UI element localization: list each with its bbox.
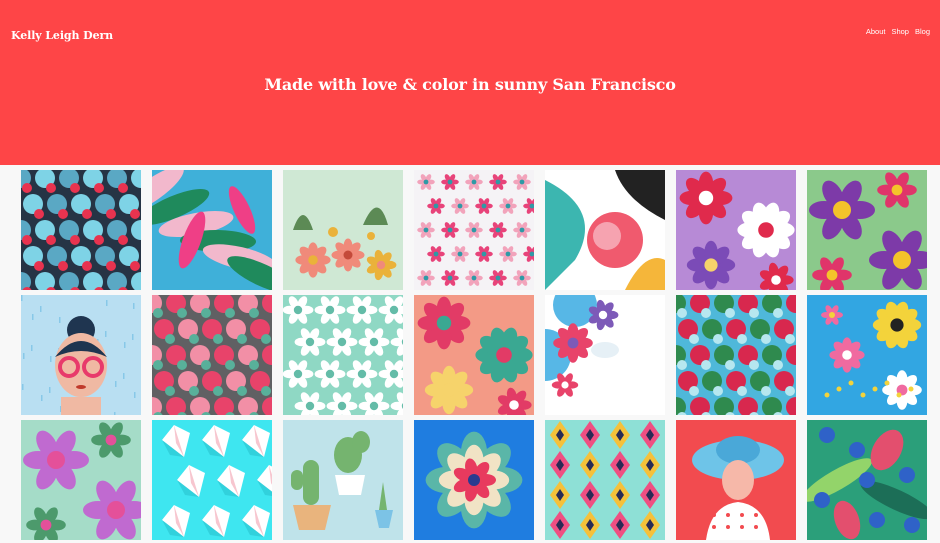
girl-with-glasses-illustration-image — [21, 295, 141, 415]
pattern-gallery — [21, 170, 927, 540]
gallery-tile-pink-lily-mint-pattern[interactable] — [21, 420, 141, 540]
gallery-tile-grey-rose-pattern[interactable] — [152, 295, 272, 415]
gallery-tile-white-lily-mint-pattern[interactable] — [283, 295, 403, 415]
gallery-tile-abstract-bloom-pattern[interactable] — [545, 170, 665, 290]
nav-shop-link[interactable]: Shop — [891, 27, 909, 36]
pink-lily-mint-pattern-image — [21, 420, 141, 540]
nav-blog-link[interactable]: Blog — [915, 27, 930, 36]
gallery-tile-ditsy-rose-pattern[interactable] — [414, 170, 534, 290]
blue-corner-bouquet-image — [545, 295, 665, 415]
turquoise-rose-pattern-image — [676, 295, 796, 415]
succulent-illustration-image — [414, 420, 534, 540]
blueberry-leaf-pattern-image — [807, 420, 927, 540]
gallery-tile-blue-corner-bouquet[interactable] — [545, 295, 665, 415]
site-header: Kelly Leigh Dern About Shop Blog Made wi… — [0, 0, 940, 165]
main-nav: About Shop Blog — [866, 27, 930, 36]
ditsy-rose-pattern-image — [414, 170, 534, 290]
crystal-gem-pattern-image — [152, 420, 272, 540]
geometric-diamond-pattern-image — [545, 420, 665, 540]
gallery-tile-purple-lily-pattern[interactable] — [807, 170, 927, 290]
grey-rose-pattern-image — [152, 295, 272, 415]
cactus-pots-illustration-image — [283, 420, 403, 540]
gallery-tile-turquoise-rose-pattern[interactable] — [676, 295, 796, 415]
gallery-tile-succulent-illustration[interactable] — [414, 420, 534, 540]
red-purple-flower-pattern-image — [676, 170, 796, 290]
gallery-tile-crystal-gem-pattern[interactable] — [152, 420, 272, 540]
site-logo-link[interactable]: Kelly Leigh Dern — [11, 29, 113, 42]
gallery-tile-tropical-leaves-pattern[interactable] — [152, 170, 272, 290]
woman-in-hat-illustration-image — [676, 420, 796, 540]
gallery-tile-red-purple-flower-pattern[interactable] — [676, 170, 796, 290]
white-lily-mint-pattern-image — [283, 295, 403, 415]
gallery-tile-girl-with-glasses-illustration[interactable] — [21, 295, 141, 415]
site-tagline: Made with love & color in sunny San Fran… — [264, 75, 676, 94]
coral-floral-pattern-image — [414, 295, 534, 415]
gallery-tile-cactus-pots-illustration[interactable] — [283, 420, 403, 540]
gallery-tile-woman-in-hat-illustration[interactable] — [676, 420, 796, 540]
coral-bouquet-pattern-image — [283, 170, 403, 290]
gallery-tile-coral-floral-pattern[interactable] — [414, 295, 534, 415]
gallery-tile-sky-blue-garden-pattern[interactable] — [807, 295, 927, 415]
gallery-tile-navy-floral-pattern[interactable] — [21, 170, 141, 290]
nav-about-link[interactable]: About — [866, 27, 886, 36]
gallery-tile-coral-bouquet-pattern[interactable] — [283, 170, 403, 290]
tropical-leaves-pattern-image — [152, 170, 272, 290]
purple-lily-pattern-image — [807, 170, 927, 290]
abstract-bloom-pattern-image — [545, 170, 665, 290]
navy-floral-pattern-image — [21, 170, 141, 290]
sky-blue-garden-pattern-image — [807, 295, 927, 415]
gallery-tile-geometric-diamond-pattern[interactable] — [545, 420, 665, 540]
gallery-tile-blueberry-leaf-pattern[interactable] — [807, 420, 927, 540]
